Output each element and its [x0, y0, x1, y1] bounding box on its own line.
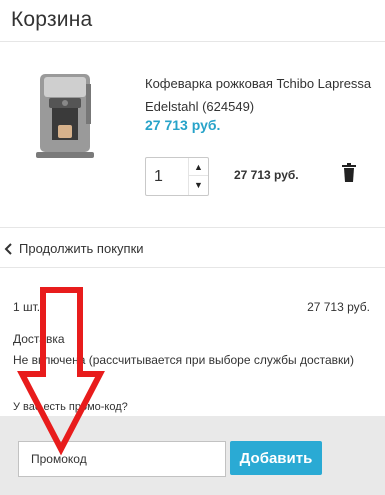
cart-header: Корзина: [0, 0, 385, 42]
quantity-arrows: ▲ ▼: [188, 158, 208, 195]
delivery-title: Доставка: [13, 332, 65, 346]
promo-question: У вас есть промо-код?: [13, 401, 128, 413]
continue-shopping-label: Продолжить покупки: [19, 241, 144, 256]
quantity-value[interactable]: 1: [154, 168, 163, 186]
promo-panel: Добавить: [0, 416, 385, 495]
chevron-left-icon: [4, 242, 12, 255]
page-title: Корзина: [11, 8, 93, 31]
line-total: 27 713 руб.: [234, 168, 299, 182]
continue-shopping-link[interactable]: Продолжить покупки: [4, 241, 144, 256]
delivery-note: Не включена (рассчитывается при выборе с…: [13, 353, 355, 367]
product-name[interactable]: Кофеварка рожковая Tchibo Lapressa Edels…: [145, 72, 375, 118]
continue-shopping-row: Продолжить покупки: [0, 228, 385, 268]
chevron-down-icon[interactable]: ▼: [189, 176, 208, 194]
product-price: 27 713 руб.: [145, 117, 221, 133]
chevron-up-icon[interactable]: ▲: [189, 158, 208, 176]
promo-code-input[interactable]: [18, 441, 226, 477]
add-promo-button[interactable]: Добавить: [230, 441, 322, 475]
summary-total: 27 713 руб.: [307, 300, 370, 314]
summary-items-count: 1 шт.: [13, 300, 41, 314]
quantity-stepper[interactable]: 1 ▲ ▼: [145, 157, 209, 196]
trash-icon[interactable]: [341, 163, 357, 183]
product-image[interactable]: [30, 70, 100, 160]
cart-item: Кофеварка рожковая Tchibo Lapressa Edels…: [0, 42, 385, 228]
